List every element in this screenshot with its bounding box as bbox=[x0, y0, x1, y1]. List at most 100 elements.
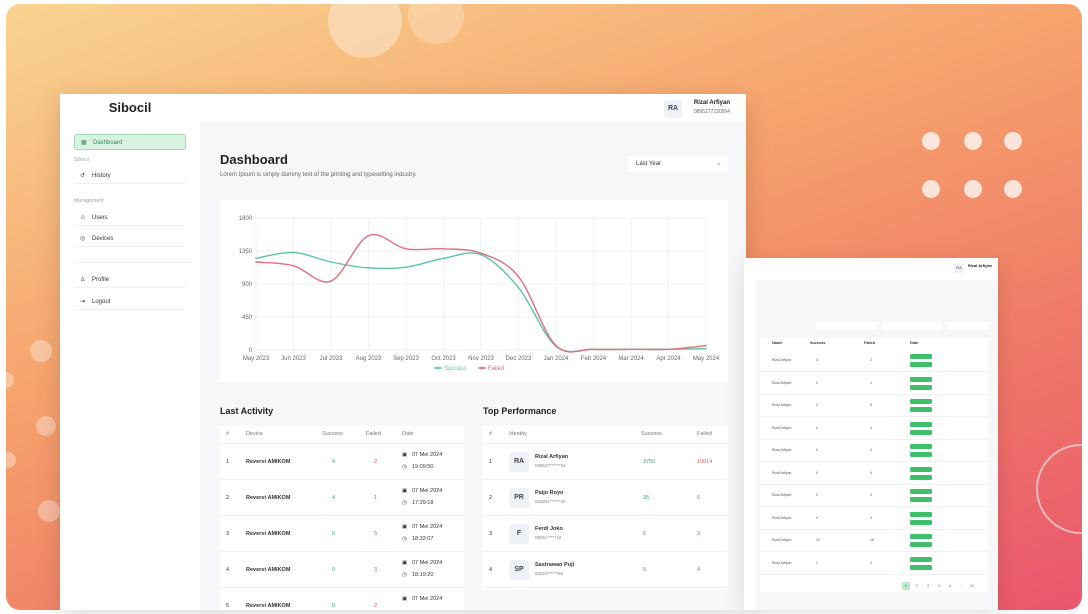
table-row[interactable]: 2 Reverst AMIKOM 4 1 ▣ 07 Mei 2024 ◷ 17:39:18 bbox=[220, 480, 464, 516]
decor-dot bbox=[1004, 132, 1022, 150]
failed-count: 1 bbox=[870, 380, 872, 385]
table-row[interactable]: 1 RA Rizal Arfiyan 089527******94 3750 10014 bbox=[483, 444, 728, 480]
filter-select[interactable] bbox=[816, 322, 876, 330]
table-row[interactable]: Rizal Arfiyan 10 18 bbox=[760, 530, 988, 552]
identity-name: Paijo Royo bbox=[535, 490, 564, 496]
failed-count: 2 bbox=[870, 358, 872, 362]
sidebar-item-logout[interactable]: ⇥ Logout bbox=[74, 294, 186, 310]
status-badge bbox=[910, 452, 932, 457]
pagination-button[interactable]: 3 bbox=[924, 582, 932, 590]
sidebar-item-profile[interactable]: ♙ Profile bbox=[74, 272, 186, 288]
sidebar-item-label: History bbox=[92, 173, 111, 179]
legend-marker bbox=[480, 366, 484, 370]
failed-count: 5 bbox=[374, 531, 378, 537]
table-row[interactable]: Rizal Arfiyan 0 2 bbox=[760, 440, 988, 462]
failed-count: 3 bbox=[870, 425, 872, 430]
dashboard-window: Sibocil RA Rizal Arfiyan 0895277220994 ▦… bbox=[60, 94, 746, 610]
table-row[interactable]: Rizal Arfiyan 0 3 bbox=[760, 418, 988, 440]
row-number: 5 bbox=[226, 603, 230, 609]
period-select[interactable]: Last Year ⌄ bbox=[628, 156, 728, 172]
table-row[interactable]: Rizal Arfiyan 0 3 bbox=[760, 485, 988, 507]
sidebar-item-label: Devices bbox=[92, 236, 114, 242]
date-value: 07 Mei 2024 bbox=[412, 452, 443, 458]
table-row[interactable]: Rizal Arfiyan 0 5 bbox=[760, 395, 988, 417]
data-point bbox=[330, 261, 332, 263]
top-performance-table: # Identity Success Failed 1 RA Rizal Arfiy… bbox=[483, 426, 728, 590]
sidebar-item-users[interactable]: ☺ Users bbox=[74, 210, 186, 226]
identity-name: Ferdi Joko bbox=[535, 526, 563, 532]
decor-bubble bbox=[30, 340, 52, 362]
decor-bubble bbox=[328, 4, 402, 58]
identity-phone: 62823******55 bbox=[535, 571, 564, 576]
data-point bbox=[705, 347, 707, 350]
row-number: 1 bbox=[489, 459, 493, 465]
success-count: 35 bbox=[643, 495, 650, 501]
date-value: 07 Mei 2024 bbox=[412, 524, 443, 530]
failed-count: 4 bbox=[697, 567, 701, 573]
row-number: 4 bbox=[226, 567, 230, 573]
data-point bbox=[367, 234, 370, 237]
status-badge bbox=[910, 497, 932, 502]
data-point bbox=[555, 344, 557, 347]
failed-count: 6 bbox=[697, 495, 701, 501]
profile-icon: ♙ bbox=[80, 277, 86, 283]
avatar[interactable]: RA bbox=[954, 263, 964, 273]
table-row[interactable]: Rizal Arfiyan 4 2 bbox=[760, 350, 988, 372]
failed-count: 3 bbox=[374, 567, 378, 573]
pagination-button[interactable]: 10 bbox=[968, 582, 976, 590]
failed-count: 2 bbox=[374, 603, 378, 609]
table-row[interactable]: Rizal Arfiyan 4 1 bbox=[760, 373, 988, 395]
pagination-button[interactable]: 2 bbox=[913, 582, 921, 590]
column-header: Success bbox=[322, 431, 343, 437]
x-tick-label: Jul 2023 bbox=[320, 356, 343, 362]
time-value: 18:32:07 bbox=[412, 536, 434, 542]
success-count: 6 bbox=[643, 531, 647, 537]
status-badge bbox=[910, 542, 932, 547]
row-name: Rizal Arfiyan bbox=[772, 425, 792, 430]
column-header: Success bbox=[641, 431, 662, 437]
pagination-button[interactable]: 5 bbox=[946, 582, 954, 590]
device-name: Reverst AMIKOM bbox=[246, 495, 291, 501]
sidebar-item-dashboard[interactable]: ▦ Dashboard bbox=[74, 134, 186, 150]
table-row[interactable]: 4 Reverst AMIKOM 0 3 ▣ 07 Mei 2024 ◷ 18:19:20 bbox=[220, 552, 464, 588]
column-header: Date bbox=[402, 431, 414, 437]
pagination-button[interactable]: 1 bbox=[902, 582, 910, 590]
pagination-button[interactable]: ... bbox=[957, 582, 965, 590]
avatar[interactable]: RA bbox=[664, 100, 682, 118]
table-row[interactable]: Rizal Arfiyan 0 3 bbox=[760, 508, 988, 530]
column-header: Date bbox=[910, 341, 919, 345]
column-header: Failed bbox=[697, 431, 712, 437]
sidebar bbox=[744, 280, 756, 610]
status-badge bbox=[910, 519, 932, 525]
table-row[interactable]: 1 Reverst AMIKOM 4 2 ▣ 07 Mei 2024 ◷ 19:09:50 bbox=[220, 444, 464, 480]
time-value: 17:39:18 bbox=[412, 500, 434, 506]
row-number: 1 bbox=[226, 459, 230, 465]
table-row[interactable]: Rizal Arfiyan 0 4 bbox=[760, 463, 988, 485]
column-header: Failed bbox=[366, 431, 381, 437]
row-name: Rizal Arfiyan bbox=[772, 448, 792, 452]
success-count: 0 bbox=[816, 403, 818, 407]
filter-select[interactable] bbox=[948, 322, 988, 330]
table-row[interactable]: 2 PR Paijo Royo 625891******32 35 6 bbox=[483, 480, 728, 516]
sidebar-item-devices[interactable]: ◎ Devices bbox=[74, 231, 186, 247]
legend-label: Failed bbox=[488, 366, 504, 372]
table-row[interactable]: 3 F Ferdi Joko 08051*****18 6 3 bbox=[483, 516, 728, 552]
filter-select[interactable] bbox=[882, 322, 942, 330]
success-count: 1 bbox=[816, 560, 818, 565]
history-window: RA Rizal Arfiyan Name Success Failed Dat… bbox=[744, 258, 998, 610]
data-point bbox=[405, 248, 407, 250]
pagination-button[interactable]: 4 bbox=[935, 582, 943, 590]
x-tick-label: Feb 2024 bbox=[581, 356, 607, 362]
clock-icon: ◷ bbox=[402, 500, 407, 506]
decor-bubble bbox=[38, 500, 60, 522]
table-row[interactable]: 4 SP Sastrawan Puji 62823******55 5 4 bbox=[483, 552, 728, 588]
sidebar-item-history[interactable]: ↺ History bbox=[74, 168, 186, 184]
device-name: Reverst AMIKOM bbox=[246, 459, 291, 465]
table-row[interactable]: 3 Reverst AMIKOM 0 5 ▣ 07 Mei 2024 ◷ 18:32:07 bbox=[220, 516, 464, 552]
y-tick-label: 1800 bbox=[239, 216, 253, 222]
data-point bbox=[517, 275, 520, 278]
page-subtitle: Lorem Ipsum is simply dummy text of the … bbox=[220, 172, 417, 178]
table-row[interactable]: Rizal Arfiyan 1 3 bbox=[760, 553, 988, 575]
table-row[interactable]: 5 Reverst AMIKOM 0 2 ▣ 07 Mei 2024 bbox=[220, 588, 464, 610]
user-name: Rizal Arfiyan bbox=[693, 100, 730, 106]
